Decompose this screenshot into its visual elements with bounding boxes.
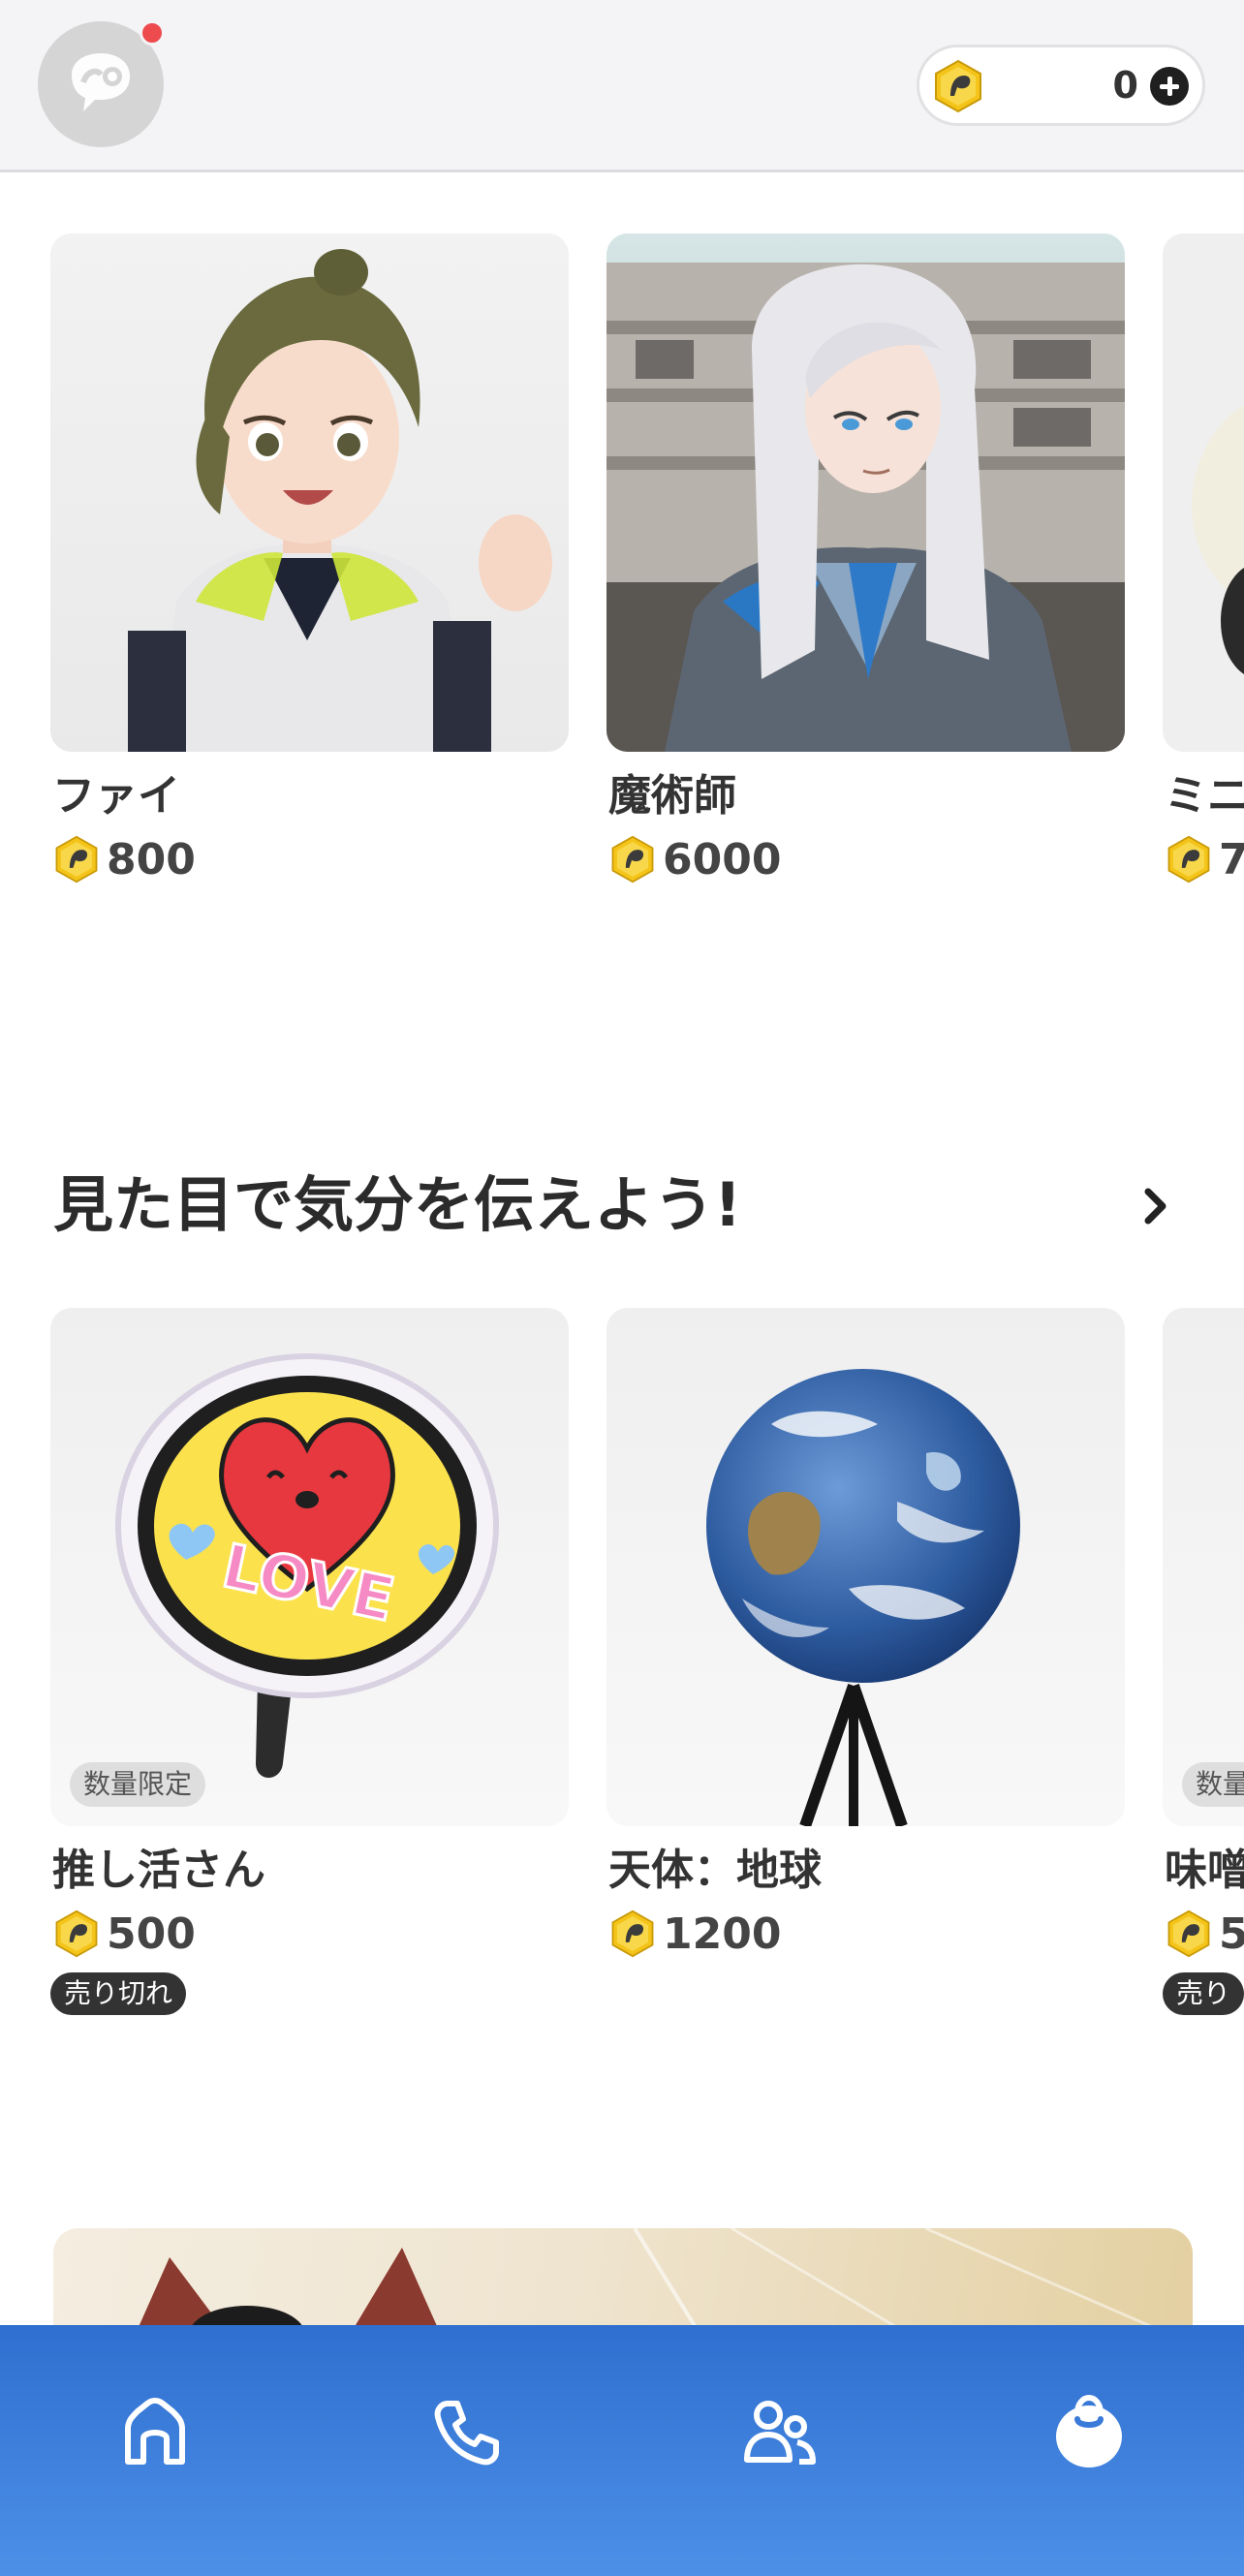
chat-bubble-icon bbox=[72, 53, 130, 111]
friends-icon bbox=[744, 2401, 816, 2465]
shop-card-mini[interactable]: ミニ 7 bbox=[1163, 233, 1244, 885]
notification-dot bbox=[140, 20, 165, 46]
nav-call[interactable] bbox=[414, 2379, 520, 2486]
item-price: 1200 bbox=[608, 1907, 781, 1961]
card-thumbnail bbox=[1163, 233, 1244, 752]
item-name: 味噌 bbox=[1165, 1846, 1244, 1895]
section-title: 見た目で気分を伝えよう! bbox=[53, 1169, 742, 1240]
item-price: 500 bbox=[52, 1907, 196, 1961]
nav-shop[interactable] bbox=[1036, 2379, 1142, 2486]
price-value: 1200 bbox=[663, 1909, 782, 1959]
coin-icon bbox=[52, 1909, 101, 1958]
item-price: 6000 bbox=[608, 832, 781, 886]
coin-icon bbox=[931, 59, 985, 113]
shop-card-fai[interactable]: ファイ 800 bbox=[50, 233, 569, 885]
shop-card-magician[interactable]: 魔術師 6000 bbox=[606, 233, 1125, 885]
add-coins-button[interactable] bbox=[1150, 67, 1189, 106]
coin-icon bbox=[1165, 835, 1213, 884]
chevron-right-icon[interactable] bbox=[1134, 1184, 1178, 1228]
card-thumbnail: 数量 bbox=[1163, 1308, 1244, 1826]
card-thumbnail bbox=[50, 233, 569, 752]
price-value: 7 bbox=[1219, 834, 1244, 885]
coin-icon bbox=[608, 1909, 657, 1958]
love-fan-image: LOVE bbox=[115, 1353, 499, 1778]
item-price: 7 bbox=[1165, 832, 1244, 886]
item-name: ファイ bbox=[52, 771, 180, 821]
accessory-shop-row: LOVE 数量限定 推し活さん 500 売り切れ 天体：地球 1200 数量 味… bbox=[0, 1308, 1244, 2044]
character-mini-image bbox=[1163, 233, 1244, 752]
character-magician-image bbox=[606, 233, 1125, 752]
sold-out-badge: 売り切れ bbox=[50, 1972, 187, 2015]
limited-badge: 数量 bbox=[1182, 1762, 1244, 1807]
price-value: 6000 bbox=[663, 834, 782, 885]
phone-icon bbox=[434, 2401, 499, 2466]
item-name: 天体：地球 bbox=[608, 1846, 822, 1895]
limited-badge: 数量限定 bbox=[70, 1762, 206, 1807]
top-header: 0 bbox=[0, 0, 1244, 172]
price-value: 500 bbox=[107, 1909, 196, 1959]
character-fai-image bbox=[50, 233, 569, 752]
earth-globe-image bbox=[706, 1369, 1020, 1826]
coin-balance[interactable]: 0 bbox=[917, 45, 1205, 126]
item-name: 魔術師 bbox=[608, 771, 736, 821]
card-thumbnail bbox=[606, 1308, 1125, 1826]
coin-icon bbox=[608, 835, 657, 884]
shop-card-earth[interactable]: 天体：地球 1200 bbox=[606, 1308, 1125, 1959]
shop-bag-icon bbox=[1056, 2394, 1122, 2467]
item-name: ミニ bbox=[1165, 771, 1244, 821]
card-thumbnail: LOVE 数量限定 bbox=[50, 1308, 569, 1826]
shop-card-oshikatsu[interactable]: LOVE 数量限定 推し活さん 500 売り切れ bbox=[50, 1308, 569, 2015]
avatar-shop-row: ファイ 800 魔術師 6000 ミニ 7 bbox=[0, 233, 1244, 912]
coin-icon bbox=[1165, 1909, 1213, 1958]
coin-icon bbox=[52, 835, 101, 884]
nav-friends[interactable] bbox=[725, 2379, 831, 2486]
price-value: 800 bbox=[107, 834, 196, 885]
shop-card-miso[interactable]: 数量 味噌 5 売り bbox=[1163, 1308, 1244, 2015]
item-price: 5 bbox=[1165, 1907, 1244, 1961]
price-value: 5 bbox=[1219, 1909, 1244, 1959]
nav-home[interactable] bbox=[102, 2379, 208, 2486]
coin-count: 0 bbox=[1112, 64, 1138, 107]
item-name: 推し活さん bbox=[52, 1846, 265, 1895]
home-icon bbox=[125, 2398, 185, 2465]
card-thumbnail bbox=[606, 233, 1125, 752]
bottom-navigation bbox=[0, 2325, 1244, 2576]
sold-out-badge: 売り bbox=[1163, 1972, 1244, 2015]
item-price: 800 bbox=[52, 832, 196, 886]
